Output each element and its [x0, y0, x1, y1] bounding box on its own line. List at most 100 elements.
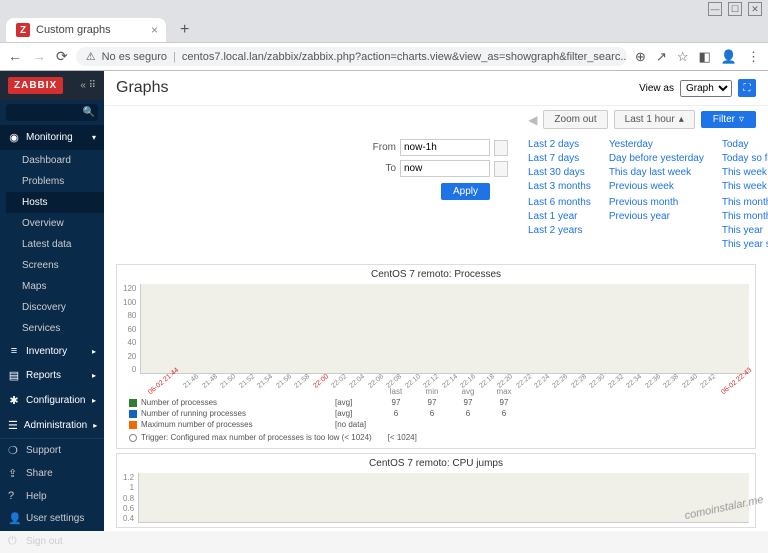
sidebar-section-monitoring[interactable]: ◉ Monitoring ▾: [0, 125, 104, 150]
plot-area[interactable]: [138, 473, 749, 523]
sidebar-item-overview[interactable]: Overview: [6, 213, 104, 234]
sidebar-bottom-share[interactable]: ⇪Share: [0, 462, 104, 485]
sidebar-item-screens[interactable]: Screens: [6, 255, 104, 276]
nav-reload-icon[interactable]: ⟳: [56, 48, 68, 65]
sidebar-item-problems[interactable]: Problems: [6, 171, 104, 192]
close-window-button[interactable]: ✕: [748, 2, 762, 16]
plot-area[interactable]: [140, 284, 749, 374]
sidebar-section-reports[interactable]: ▤Reports▸: [0, 363, 104, 388]
quick-range-link[interactable]: This day last week: [609, 167, 704, 178]
sidebar-section-inventory[interactable]: ≡Inventory▸: [0, 339, 104, 363]
view-as-label: View as: [639, 83, 674, 94]
sidebar-bottom-help[interactable]: ?Help: [0, 485, 104, 507]
quick-range-link[interactable]: Previous week: [609, 181, 704, 194]
sidebar-item-latest-data[interactable]: Latest data: [6, 234, 104, 255]
sidebar-item-services[interactable]: Services: [6, 318, 104, 339]
bottom-icon: ⏻: [8, 535, 20, 548]
nav-forward-icon[interactable]: →: [32, 48, 46, 65]
quick-range-link[interactable]: Last 30 days: [528, 167, 591, 178]
time-prev-icon[interactable]: ◀: [528, 113, 537, 127]
extension-icon[interactable]: ◧: [699, 49, 711, 65]
section-label: Administration: [24, 420, 87, 431]
quick-range-link[interactable]: Yesterday: [609, 139, 704, 150]
quick-range-link[interactable]: Last 3 months: [528, 181, 591, 194]
sidebar-item-hosts[interactable]: Hosts: [6, 192, 104, 213]
new-tab-button[interactable]: +: [174, 19, 195, 41]
quick-range-link[interactable]: Last 2 years: [528, 225, 591, 236]
sidebar-collapse-icon[interactable]: « ⠿: [80, 80, 96, 91]
quick-range-link[interactable]: Last 7 days: [528, 153, 591, 164]
bottom-icon: ❍: [8, 444, 20, 457]
legend-color-icon: [129, 421, 137, 429]
legend-item: Number of processes: [129, 398, 329, 407]
section-label: Monitoring: [26, 132, 73, 143]
apply-button[interactable]: Apply: [441, 183, 490, 200]
from-label: From: [366, 142, 396, 153]
graph-block: CentOS 7 remoto: CPU jumps1.210.80.60.4: [116, 453, 756, 528]
bottom-label: Support: [26, 445, 61, 456]
view-as-select[interactable]: Graph: [680, 80, 732, 97]
quick-range-link[interactable]: This week so far: [722, 181, 768, 194]
quick-range-link[interactable]: Last 1 year: [528, 211, 591, 222]
section-label: Configuration: [26, 395, 85, 406]
search-icon: 🔍: [83, 107, 95, 118]
quick-range-link[interactable]: This month: [722, 197, 768, 208]
sidebar-search-input[interactable]: 🔍: [6, 104, 98, 121]
nav-back-icon[interactable]: ←: [8, 48, 22, 65]
sidebar-bottom-sign-out[interactable]: ⏻Sign out: [0, 530, 104, 553]
filter-button[interactable]: Filter▿: [701, 111, 756, 128]
sidebar-bottom-user-settings[interactable]: 👤User settings: [0, 507, 104, 530]
chevron-icon: ▾: [92, 133, 96, 142]
chevron-icon: ▸: [92, 396, 96, 405]
chevron-icon: ▸: [92, 347, 96, 356]
window-controls: — ☐ ✕: [0, 0, 768, 18]
bookmark-icon[interactable]: ☆: [677, 49, 689, 65]
page-title: Graphs: [116, 79, 168, 97]
share-icon[interactable]: ↗: [656, 49, 667, 65]
to-input[interactable]: [400, 160, 490, 177]
y-axis: 120100806040200: [123, 284, 140, 374]
time-range-dropdown[interactable]: Last 1 hour▴: [614, 110, 695, 129]
from-calendar-icon[interactable]: [494, 140, 508, 156]
graph-block: CentOS 7 remoto: Processes12010080604020…: [116, 264, 756, 449]
quick-range-link[interactable]: This year so far: [722, 239, 768, 250]
sidebar-bottom-support[interactable]: ❍ Support: [0, 439, 104, 462]
sidebar-item-dashboard[interactable]: Dashboard: [6, 150, 104, 171]
minimize-button[interactable]: —: [708, 2, 722, 16]
sidebar-section-administration[interactable]: ☰Administration▸: [0, 413, 104, 438]
zabbix-logo[interactable]: ZABBIX: [8, 77, 63, 94]
quick-range-link[interactable]: This week: [722, 167, 768, 178]
tab-close-icon[interactable]: ×: [151, 23, 158, 37]
sidebar-section-configuration[interactable]: ✱Configuration▸: [0, 388, 104, 413]
from-input[interactable]: [400, 139, 490, 156]
quick-range-link[interactable]: Last 2 days: [528, 139, 591, 150]
menu-icon[interactable]: ⋮: [747, 49, 760, 65]
section-icon: ◉: [8, 131, 20, 144]
maximize-button[interactable]: ☐: [728, 2, 742, 16]
profile-icon[interactable]: 👤: [721, 49, 737, 65]
insecure-icon: ⚠: [86, 50, 96, 63]
favicon-icon: Z: [16, 23, 30, 37]
bottom-icon: 👤: [8, 512, 20, 525]
browser-tab[interactable]: Z Custom graphs ×: [6, 18, 166, 42]
main-content: Graphs View as Graph ⛶ ◀ Zoom out Last 1…: [104, 71, 768, 531]
sidebar-item-maps[interactable]: Maps: [6, 276, 104, 297]
to-calendar-icon[interactable]: [494, 161, 508, 177]
bottom-label: Help: [26, 491, 47, 502]
url-box[interactable]: ⚠ No es seguro | centos7.local.lan/zabbi…: [76, 47, 627, 66]
quick-range-link[interactable]: Last 6 months: [528, 197, 591, 208]
sidebar-item-discovery[interactable]: Discovery: [6, 297, 104, 318]
graph-title: CentOS 7 remoto: CPU jumps: [117, 454, 755, 473]
quick-range-link[interactable]: Today: [722, 139, 768, 150]
quick-range-link[interactable]: Today so far: [722, 153, 768, 164]
filter-panel: From To Apply Last 2 daysYesterdayTodayL…: [104, 133, 768, 260]
x-axis: 06-02 21:4421:4621:4821:5021:5221:5421:5…: [117, 378, 755, 385]
kiosk-mode-icon[interactable]: ⛶: [738, 79, 756, 97]
quick-range-link[interactable]: Day before yesterday: [609, 153, 704, 164]
quick-range-link[interactable]: Previous year: [609, 211, 704, 222]
quick-range-link[interactable]: Previous month: [609, 197, 704, 208]
quick-range-link[interactable]: This month so far: [722, 211, 768, 222]
search-icon[interactable]: ⊕: [635, 49, 646, 65]
quick-range-link[interactable]: This year: [722, 225, 768, 236]
zoom-out-button[interactable]: Zoom out: [543, 110, 607, 129]
